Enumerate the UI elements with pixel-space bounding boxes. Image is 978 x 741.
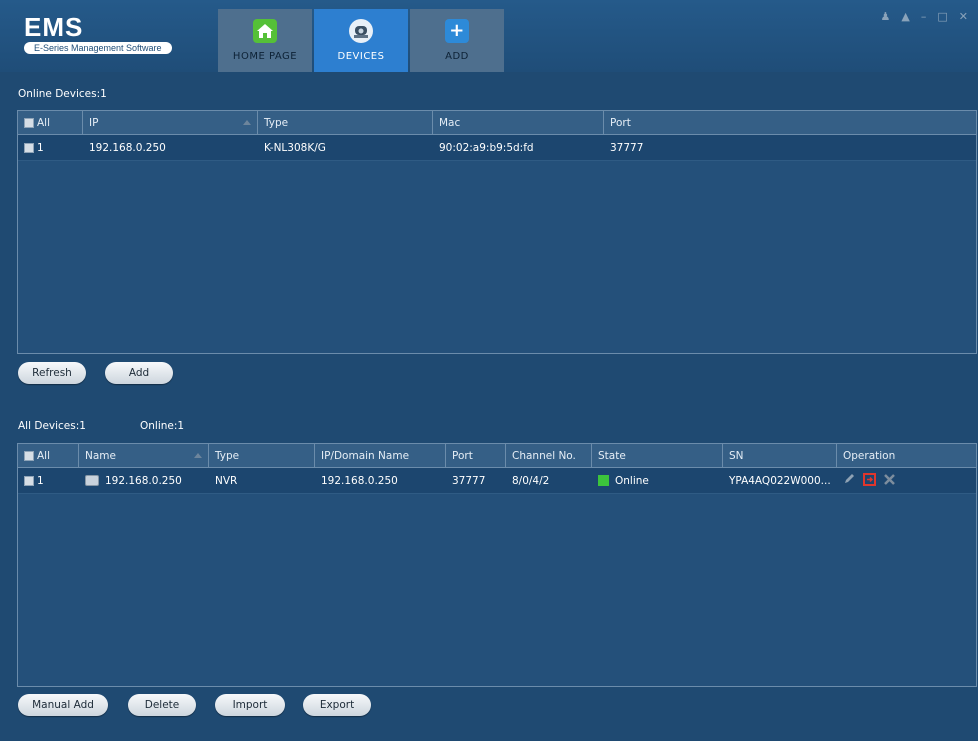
- header-port-label: Port: [610, 116, 631, 129]
- header-type-label: Type: [264, 116, 289, 129]
- cell-channel: 8/0/4/2: [512, 474, 550, 487]
- row-index: 1: [37, 474, 44, 487]
- select-all-checkbox[interactable]: All: [18, 111, 83, 134]
- header-mac-label: Mac: [439, 116, 461, 129]
- tab-label: DEVICES: [337, 51, 385, 62]
- checkbox[interactable]: [24, 475, 34, 486]
- tab-home-page[interactable]: HOME PAGE: [218, 9, 312, 72]
- table-row[interactable]: 1 192.168.0.250 K-NL308K/G 90:02:a9:b9:5…: [18, 135, 976, 161]
- sort-arrow-icon: [243, 120, 251, 125]
- header-ip[interactable]: IP: [83, 111, 258, 134]
- lock-icon[interactable]: ▲: [901, 10, 909, 23]
- logo-subtitle: E-Series Management Software: [24, 42, 172, 54]
- cell-name: 192.168.0.250: [79, 468, 209, 493]
- window-controls: ♟ ▲ – □ ✕: [881, 10, 968, 23]
- app-logo: EMS E-Series Management Software: [24, 14, 172, 54]
- add-button[interactable]: Add: [105, 362, 173, 384]
- cell-type: NVR: [215, 474, 238, 487]
- header-channel[interactable]: Channel No.: [506, 444, 592, 467]
- online-status-icon: [598, 475, 609, 486]
- logo-title: EMS: [24, 12, 84, 42]
- header-name-label: Name: [85, 449, 116, 462]
- table-row[interactable]: 1 192.168.0.250 NVR 192.168.0.250 37777 …: [18, 468, 976, 494]
- cell-port: 37777: [452, 474, 486, 487]
- tab-label: ADD: [445, 51, 469, 62]
- all-devices-label: All Devices:1: [18, 420, 86, 432]
- header-operation: Operation: [837, 444, 976, 467]
- row-select[interactable]: 1: [18, 468, 79, 493]
- sort-arrow-icon: [194, 453, 202, 458]
- row-index: 1: [37, 141, 44, 154]
- checkbox[interactable]: [24, 117, 34, 128]
- cell-mac: 90:02:a9:b9:5d:fd: [439, 141, 534, 154]
- header-operation-label: Operation: [843, 449, 896, 462]
- cell-ip: 192.168.0.250: [89, 141, 166, 154]
- tab-label: HOME PAGE: [232, 51, 298, 62]
- close-icon[interactable]: ✕: [959, 10, 968, 23]
- tab-devices[interactable]: DEVICES: [314, 9, 408, 72]
- cell-state: Online: [592, 468, 723, 493]
- user-icon[interactable]: ♟: [881, 10, 891, 23]
- cell-name-text: 192.168.0.250: [105, 474, 182, 487]
- cell-type: K-NL308K/G: [264, 141, 326, 154]
- header-port-label: Port: [452, 449, 473, 462]
- header-port[interactable]: Port: [446, 444, 506, 467]
- delete-button[interactable]: Delete: [128, 694, 196, 716]
- checkbox[interactable]: [24, 450, 34, 461]
- select-all-checkbox[interactable]: All: [18, 444, 79, 467]
- header-ip-label: IP/Domain Name: [321, 449, 410, 462]
- header-ip-label: IP: [89, 116, 99, 129]
- header-sn-label: SN: [729, 449, 744, 462]
- header-ip-domain[interactable]: IP/Domain Name: [315, 444, 446, 467]
- table-header: All IP Type Mac Port: [18, 111, 976, 135]
- header-type[interactable]: Type: [209, 444, 315, 467]
- online-devices-table: All IP Type Mac Port 1 192.168.0.250 K-N…: [17, 110, 977, 354]
- checkbox[interactable]: [24, 142, 34, 153]
- header-type-label: Type: [215, 449, 240, 462]
- refresh-button[interactable]: Refresh: [18, 362, 86, 384]
- table-header: All Name Type IP/Domain Name Port Channe…: [18, 444, 976, 468]
- home-icon: [253, 19, 277, 43]
- cell-sn: YPA4AQ022W000...: [729, 474, 831, 487]
- delete-x-icon[interactable]: [884, 473, 895, 488]
- edit-pencil-icon[interactable]: [843, 473, 855, 488]
- header-channel-label: Channel No.: [512, 449, 576, 462]
- header-all: All: [37, 116, 51, 129]
- plus-icon: +: [445, 19, 469, 43]
- cell-ip: 192.168.0.250: [321, 474, 398, 487]
- header-state-label: State: [598, 449, 626, 462]
- cell-state-text: Online: [615, 474, 649, 487]
- camera-dome-icon: [349, 19, 373, 43]
- manual-add-button[interactable]: Manual Add: [18, 694, 108, 716]
- export-button[interactable]: Export: [303, 694, 371, 716]
- all-devices-table: All Name Type IP/Domain Name Port Channe…: [17, 443, 977, 687]
- header-all: All: [37, 449, 51, 462]
- header-name[interactable]: Name: [79, 444, 209, 467]
- minimize-icon[interactable]: –: [921, 10, 927, 23]
- header-port[interactable]: Port: [604, 111, 976, 134]
- tab-add[interactable]: + ADD: [410, 9, 504, 72]
- import-button[interactable]: Import: [215, 694, 285, 716]
- title-bar: EMS E-Series Management Software HOME PA…: [0, 0, 978, 72]
- online-count-label: Online:1: [140, 420, 185, 432]
- cell-operation: [837, 468, 976, 493]
- header-state[interactable]: State: [592, 444, 723, 467]
- header-type[interactable]: Type: [258, 111, 433, 134]
- main-tabs: HOME PAGE DEVICES + ADD: [218, 9, 506, 72]
- export-icon[interactable]: [863, 472, 876, 489]
- cell-port: 37777: [610, 141, 644, 154]
- row-select[interactable]: 1: [18, 135, 83, 160]
- online-devices-label: Online Devices:1: [18, 88, 107, 100]
- header-mac[interactable]: Mac: [433, 111, 604, 134]
- maximize-icon[interactable]: □: [937, 10, 947, 23]
- header-sn[interactable]: SN: [723, 444, 837, 467]
- nvr-device-icon: [85, 475, 99, 486]
